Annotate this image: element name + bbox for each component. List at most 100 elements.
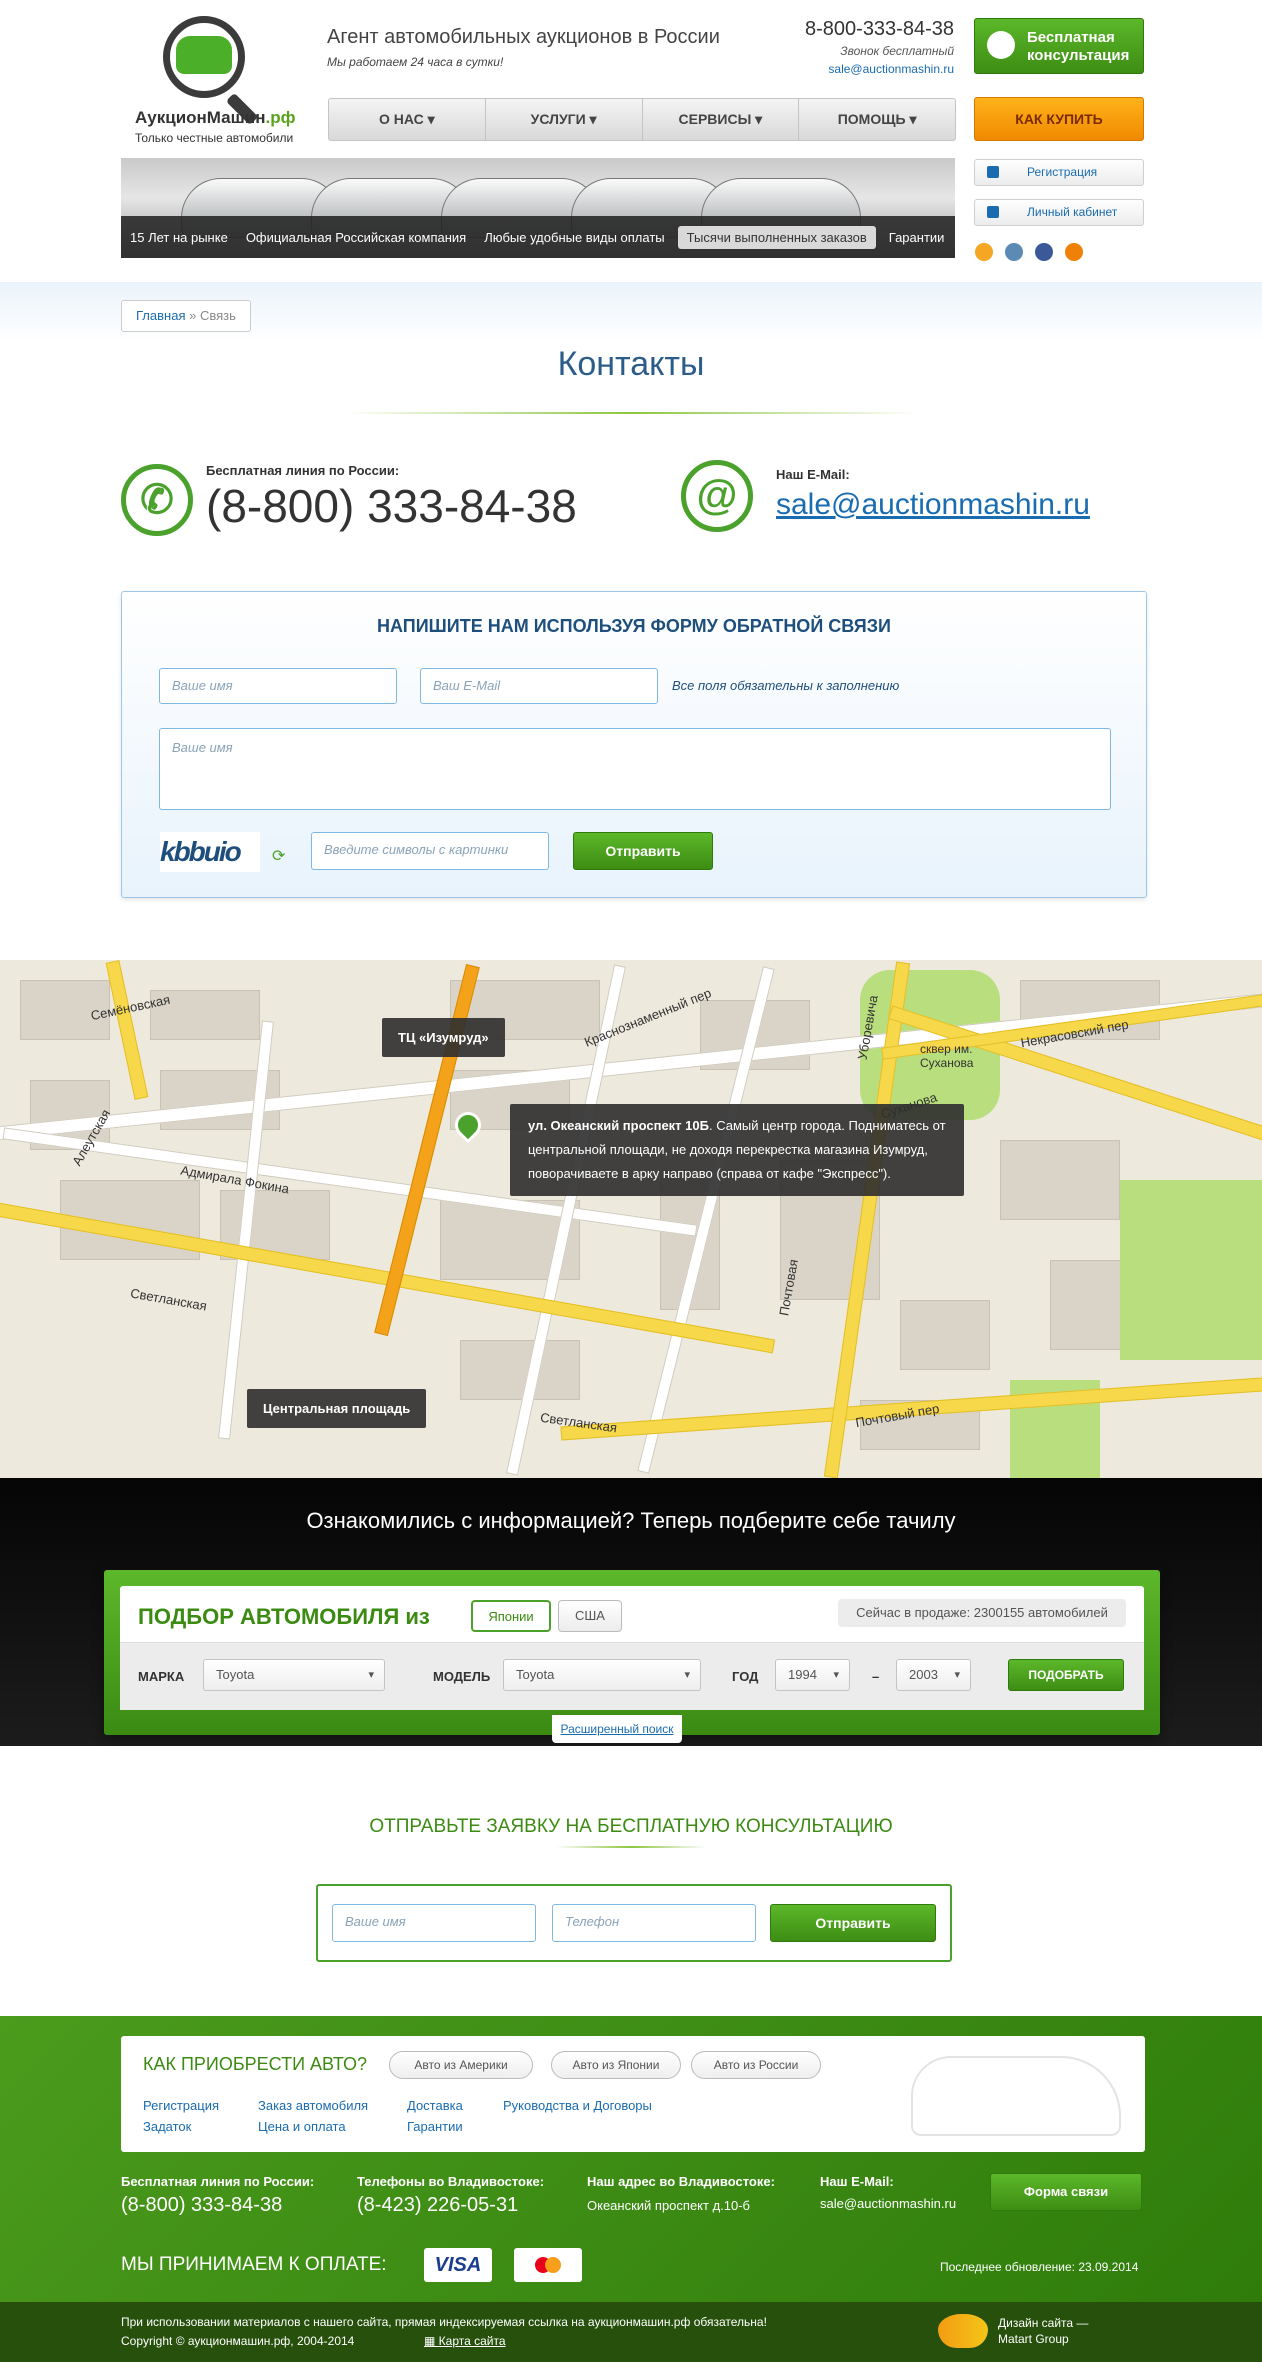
footer-link[interactable]: Цена и оплата <box>258 2119 346 2134</box>
consult-send-button[interactable]: Отправить <box>770 1904 936 1942</box>
banner-tab-active[interactable]: Тысячи выполненных заказов <box>677 225 876 249</box>
year-to-select[interactable]: 2003 <box>896 1659 971 1691</box>
captcha-image: kbbuio <box>160 832 260 872</box>
consult-phone-input[interactable]: Телефон <box>552 1904 756 1942</box>
advanced-search-link[interactable]: Расширенный поиск <box>552 1715 682 1743</box>
ok-icon[interactable] <box>1065 243 1083 261</box>
banner-tab[interactable]: 15 Лет на рынке <box>121 230 237 245</box>
page-title: Контакты <box>557 345 705 383</box>
footer-link[interactable]: Доставка <box>407 2098 463 2113</box>
phone-icon: ✆ <box>121 464 193 536</box>
sitemap-icon: ▦ <box>424 2334 439 2348</box>
odnoklassniki-icon[interactable] <box>975 243 993 261</box>
design-credit: Дизайн сайта — <box>998 2316 1089 2330</box>
map[interactable]: Семёновская Алеутская Адмирала Фокина Св… <box>0 960 1262 1478</box>
site-tagline: Агент автомобильных аукционов в России <box>327 26 720 48</box>
footer-phone[interactable]: (8-800) 333-84-38 <box>121 2194 282 2217</box>
facebook-icon[interactable] <box>1035 243 1053 261</box>
car-sketch-image <box>911 2056 1121 2136</box>
nav-tools[interactable]: СЕРВИСЫ ▾ <box>643 99 800 140</box>
cars-russia-link[interactable]: Авто из России <box>691 2051 821 2079</box>
cars-banner: 15 Лет на рынке Официальная Российская к… <box>121 158 955 258</box>
footer-link[interactable]: Задаток <box>143 2119 191 2134</box>
selection-heading: ПОДБОР АВТОМОБИЛЯ из <box>138 1604 430 1629</box>
logo-name[interactable]: АукционМашин.рф <box>135 108 296 128</box>
matart-logo-icon <box>938 2314 988 2348</box>
footer-link[interactable]: Руководства и Договоры <box>503 2098 652 2113</box>
account-button[interactable]: Личный кабинет <box>974 199 1144 226</box>
banner-tab[interactable]: Официальная Российская компания <box>237 230 475 245</box>
operator-icon <box>987 31 1015 59</box>
footer-address: Океанский проспект д.10-б <box>587 2198 751 2213</box>
street-label: Светланская <box>129 1285 209 1314</box>
mastercard-icon <box>514 2248 582 2282</box>
feedback-form: НАПИШИТЕ НАМ ИСПОЛЬЗУЯ ФОРМУ ОБРАТНОЙ СВ… <box>121 591 1147 898</box>
banner-tab[interactable]: Гарантии <box>880 230 954 245</box>
consultation-form: Ваше имя Телефон Отправить <box>316 1884 952 1962</box>
make-label: МАРКА <box>138 1669 185 1684</box>
make-select[interactable]: Toyota <box>203 1659 385 1691</box>
email-input[interactable]: Ваш E-Mail <box>420 668 658 704</box>
name-input[interactable]: Ваше имя <box>159 668 397 704</box>
vk-icon[interactable] <box>1005 243 1023 261</box>
footer: КАК ПРИОБРЕСТИ АВТО? Авто из Америки Авт… <box>0 2016 1262 2302</box>
site-tagline-sub: Мы работаем 24 часа в сутки! <box>327 55 504 69</box>
header-email[interactable]: sale@auctionmashin.ru <box>760 62 954 76</box>
message-textarea[interactable]: Ваше имя <box>159 728 1111 810</box>
send-button[interactable]: Отправить <box>573 832 713 870</box>
tab-usa[interactable]: США <box>558 1600 622 1632</box>
breadcrumb-home[interactable]: Главная <box>136 308 185 323</box>
refresh-icon[interactable]: ⟳ <box>272 846 285 866</box>
footer-email-label: Наш E-Mail: <box>820 2174 894 2189</box>
car-selection-panel: ПОДБОР АВТОМОБИЛЯ из Японии США Сейчас в… <box>120 1586 1144 1710</box>
required-note: Все поля обязательны к заполнению <box>672 678 900 693</box>
model-select[interactable]: Toyota <box>503 1659 701 1691</box>
how-to-buy-box: КАК ПРИОБРЕСТИ АВТО? Авто из Америки Авт… <box>121 2036 1145 2152</box>
consultation-divider <box>556 1846 706 1848</box>
map-tooltip-izumrud: ТЦ «Изумруд» <box>382 1018 505 1057</box>
breadcrumb-current: Связь <box>199 308 236 323</box>
car-selection-box: ПОДБОР АВТОМОБИЛЯ из Японии США Сейчас в… <box>104 1570 1160 1743</box>
tab-japan[interactable]: Японии <box>471 1600 551 1632</box>
contact-email[interactable]: sale@auctionmashin.ru <box>776 488 1090 522</box>
search-button[interactable]: ПОДОБРАТЬ <box>1008 1659 1124 1691</box>
footer-link[interactable]: Заказ автомобиля <box>258 2098 368 2113</box>
year-from-select[interactable]: 1994 <box>775 1659 850 1691</box>
design-company[interactable]: Matart Group <box>998 2332 1069 2346</box>
available-count: Сейчас в продаже: 2300155 автомобилей <box>838 1599 1126 1627</box>
nav-services[interactable]: УСЛУГИ ▾ <box>486 99 643 140</box>
year-dash: – <box>872 1669 880 1684</box>
sitemap-link[interactable]: ▦ Карта сайта <box>424 2334 506 2348</box>
nav-about[interactable]: О НАС ▾ <box>329 99 486 140</box>
copyright: Copyright © аукционмашин.рф, 2004-2014 <box>121 2334 355 2348</box>
cars-usa-link[interactable]: Авто из Америки <box>389 2051 533 2079</box>
year-label: ГОД <box>732 1669 759 1684</box>
captcha-input[interactable]: Введите символы с картинки <box>311 832 549 870</box>
footer-link[interactable]: Гарантии <box>407 2119 463 2134</box>
cars-japan-link[interactable]: Авто из Японии <box>551 2051 681 2079</box>
form-title: НАПИШИТЕ НАМ ИСПОЛЬЗУЯ ФОРМУ ОБРАТНОЙ СВ… <box>377 616 891 636</box>
square-label: сквер им. Суханова <box>920 1042 974 1070</box>
lock-icon <box>987 206 999 218</box>
footer-vlad-phone[interactable]: (8-423) 226-05-31 <box>357 2194 518 2217</box>
map-tooltip-square: Центральная площадь <box>247 1389 427 1428</box>
contact-form-button[interactable]: Форма связи <box>990 2173 1142 2211</box>
nav-help[interactable]: ПОМОЩЬ ▾ <box>799 99 955 140</box>
footer-link[interactable]: Регистрация <box>143 2098 219 2113</box>
header-phone-note: Звонок бесплатный <box>840 44 954 58</box>
consultation-title: ОТПРАВЬТЕ ЗАЯВКУ НА БЕСПЛАТНУЮ КОНСУЛЬТА… <box>369 1816 893 1837</box>
free-consultation-button[interactable]: Бесплатная консультация <box>974 18 1144 74</box>
how-to-buy-button[interactable]: КАК КУПИТЬ <box>974 97 1144 141</box>
map-address-popup: ул. Океанский проспект 10Б. Самый центр … <box>510 1104 964 1196</box>
banner-tab[interactable]: Любые удобные виды оплаты <box>475 230 673 245</box>
contact-phone[interactable]: (8-800) 333-84-38 <box>206 479 577 533</box>
consult-name-input[interactable]: Ваше имя <box>332 1904 536 1942</box>
logo-car-icon <box>176 36 232 74</box>
footer-vlad-phone-label: Телефоны во Владивостоке: <box>357 2174 545 2189</box>
footer-email[interactable]: sale@auctionmashin.ru <box>820 2196 956 2211</box>
consultation-section: ОТПРАВЬТЕ ЗАЯВКУ НА БЕСПЛАТНУЮ КОНСУЛЬТА… <box>0 1746 1262 2016</box>
header-phone[interactable]: 8-800-333-84-38 <box>760 18 954 41</box>
register-button[interactable]: Регистрация <box>974 159 1144 186</box>
copyright-notice: При использовании материалов с нашего са… <box>121 2315 767 2329</box>
how-to-buy-heading: КАК ПРИОБРЕСТИ АВТО? <box>143 2054 368 2074</box>
